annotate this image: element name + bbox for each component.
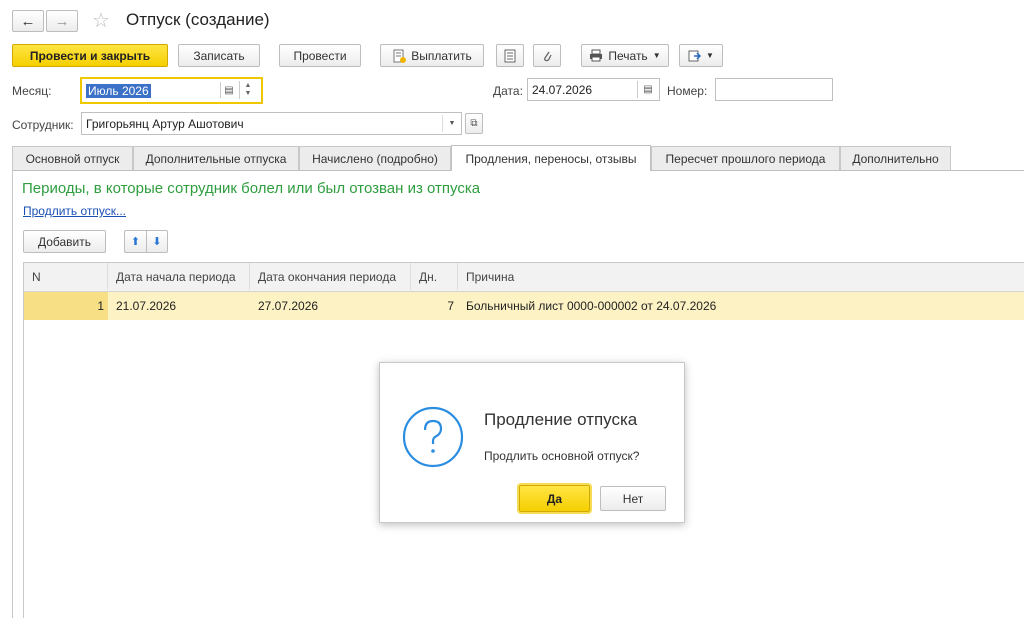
employee-value: Григорьянц Артур Ашотович (86, 116, 244, 131)
report-icon (504, 49, 516, 63)
open-employee-button[interactable]: ⧉ (465, 113, 483, 134)
calendar-icon[interactable]: ▤ (220, 82, 237, 98)
chevron-down-icon: ▼ (706, 51, 714, 60)
column-header-days[interactable]: Дн. (411, 263, 458, 290)
cell-reason: Больничный лист 0000-000002 от 24.07.202… (466, 299, 717, 313)
create-based-on-button[interactable]: ▼ (679, 44, 723, 67)
dialog-title: Продление отпуска (484, 410, 638, 429)
pay-button[interactable]: Выплатить (380, 44, 484, 67)
post-and-close-button[interactable]: Провести и закрыть (12, 44, 168, 67)
dialog-message: Продлить основной отпуск? (484, 449, 640, 463)
tab-content-border (12, 171, 13, 618)
arrow-up-icon: ⬆ (130, 236, 141, 248)
month-value: Июль 2026 (86, 83, 151, 98)
month-label: Месяц: (12, 84, 52, 98)
extend-vacation-link[interactable]: Продлить отпуск... (23, 204, 126, 218)
cell-end-date: 27.07.2026 (258, 299, 319, 313)
move-up-button[interactable]: ⬆ (124, 230, 146, 253)
paperclip-icon (541, 49, 553, 63)
yes-button[interactable]: Да (517, 483, 592, 514)
tab-main-vacation[interactable]: Основной отпуск (12, 146, 133, 170)
add-button[interactable]: Добавить (23, 230, 106, 253)
arrow-left-icon: ← (20, 12, 36, 30)
report-button[interactable] (496, 44, 524, 67)
column-header-end-date[interactable]: Дата окончания периода (250, 263, 411, 290)
tab-accrued-details[interactable]: Начислено (подробно) (299, 146, 451, 170)
page-title: Отпуск (создание) (126, 10, 270, 29)
cell-n: 1 (97, 299, 104, 313)
number-label: Номер: (667, 84, 708, 98)
date-value: 24.07.2026 (532, 82, 593, 97)
tab-additional[interactable]: Дополнительно (840, 146, 951, 170)
tab-additional-vacations[interactable]: Дополнительные отпуска (133, 146, 299, 170)
favorite-star-icon[interactable]: ☆ (92, 8, 110, 33)
calendar-icon[interactable]: ▤ (637, 81, 658, 98)
column-header-start-date[interactable]: Дата начала периода (108, 263, 250, 290)
tab-extensions[interactable]: Продления, переносы, отзывы (451, 145, 651, 171)
print-button-label: Печать (608, 48, 648, 63)
save-button[interactable]: Записать (178, 44, 260, 67)
cell-days: 7 (447, 299, 454, 313)
column-header-n[interactable]: N (24, 263, 108, 290)
print-button[interactable]: Печать ▼ (581, 44, 669, 67)
employee-field[interactable]: Григорьянц Артур Ашотович (81, 112, 462, 135)
tab-recalculation[interactable]: Пересчет прошлого периода (651, 146, 840, 170)
move-down-button[interactable]: ⬇ (146, 230, 168, 253)
open-link-icon: ⧉ (470, 118, 478, 129)
post-button[interactable]: Провести (279, 44, 361, 67)
pay-button-label: Выплатить (411, 48, 472, 63)
column-header-reason[interactable]: Причина (458, 263, 1024, 290)
cell-start-date: 21.07.2026 (116, 299, 177, 313)
dropdown-arrow-icon[interactable]: ▼ (442, 115, 461, 132)
printer-icon (589, 49, 603, 62)
stepper-up-icon: ▲ (244, 82, 252, 89)
date-label: Дата: (493, 84, 523, 98)
document-pay-icon (392, 49, 407, 63)
arrow-right-icon: → (54, 12, 70, 30)
create-based-on-icon (688, 49, 702, 63)
section-heading: Периоды, в которые сотрудник болел или б… (22, 180, 481, 197)
number-field[interactable] (715, 78, 833, 101)
arrow-down-icon: ⬇ (152, 236, 162, 248)
chevron-down-icon: ▼ (652, 51, 661, 60)
employee-label: Сотрудник: (12, 118, 74, 132)
question-icon (402, 406, 464, 471)
forward-button[interactable]: → (46, 10, 78, 32)
back-button[interactable]: ← (12, 10, 44, 32)
no-button[interactable]: Нет (600, 486, 666, 511)
stepper-down-icon: ▼ (244, 90, 252, 97)
month-stepper[interactable]: ▲ ▼ (239, 81, 256, 99)
attach-button[interactable] (533, 44, 561, 67)
